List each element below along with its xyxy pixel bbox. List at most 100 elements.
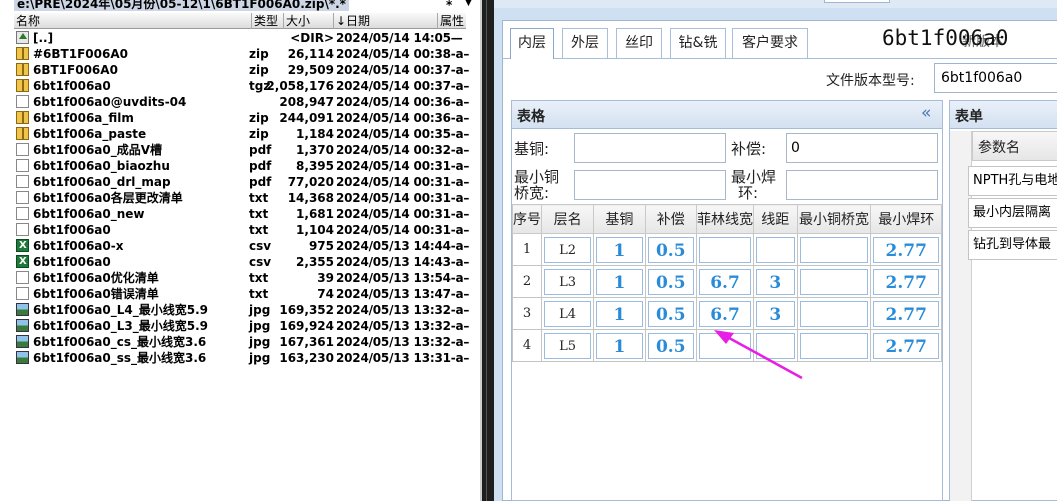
column-size[interactable]: 大小 bbox=[284, 13, 334, 29]
file-row[interactable]: 6BT1F006A0 zip 29,509 2024/05/14 00:37-a– bbox=[14, 62, 469, 78]
file-row[interactable]: 6bt1f006a0_L3_最小线宽5.9 jpg 169,924 2024/05/1… bbox=[14, 318, 469, 334]
table-row[interactable]: 2 L3 1 0.5 6.7 3 2.77 bbox=[512, 265, 942, 298]
table-cell-index[interactable]: 2 bbox=[512, 265, 542, 298]
table-cell-comp[interactable]: 0.5 bbox=[644, 265, 697, 298]
file-row[interactable]: 6bt1f006a0_ss_最小线宽3.6 jpg 163,230 2024/05/1… bbox=[14, 350, 469, 366]
column-attributes[interactable]: 属性 bbox=[438, 13, 466, 29]
file-row[interactable]: 6bt1f006a0_cs_最小线宽3.6 jpg 167,361 2024/05/1… bbox=[14, 334, 469, 350]
file-row[interactable]: 6bt1f006a0-x csv 9752024/05/13 14:44-a– bbox=[14, 238, 469, 254]
col-index[interactable]: 序号 bbox=[512, 204, 542, 234]
compensation-input[interactable]: 0 bbox=[786, 133, 938, 163]
tab-outer-layer[interactable]: 外层 bbox=[562, 28, 608, 58]
table-cell-layer[interactable]: L4 bbox=[540, 297, 595, 330]
file-row[interactable]: #6BT1F006A0 zip 26,114 2024/05/14 00:38-a– bbox=[14, 46, 469, 62]
table-cell-ring[interactable]: 2.77 bbox=[870, 329, 942, 362]
toolbar-input[interactable] bbox=[824, 0, 890, 3]
panel-splitter[interactable] bbox=[480, 0, 494, 501]
column-type[interactable]: 类型 bbox=[252, 13, 284, 29]
table-cell-bridge[interactable] bbox=[796, 265, 872, 298]
file-row[interactable]: 6bt1f006a0_biaozhu pdf 8,395 2024/05/14 00:… bbox=[14, 158, 469, 174]
file-row[interactable]: 6bt1f006a0_new txt 1,681 2024/05/14 00:31-a… bbox=[14, 206, 469, 222]
col-film-line-width[interactable]: 菲林线宽 bbox=[696, 204, 754, 234]
col-compensation[interactable]: 补偿 bbox=[644, 204, 697, 234]
file-row[interactable]: 6bt1f006a0 csv 2,3552024/05/13 14:43-a– bbox=[14, 254, 469, 270]
favorites-star-icon[interactable]: * bbox=[446, 0, 452, 12]
file-row[interactable]: 6bt1f006a0_drl_map pdf 77,020 2024/05/14 00… bbox=[14, 174, 470, 190]
table-cell-ring[interactable]: 2.77 bbox=[870, 233, 942, 266]
min-copper-bridge-input[interactable] bbox=[574, 170, 726, 200]
column-date[interactable]: ↓日期 bbox=[334, 13, 438, 29]
table-cell-film[interactable] bbox=[696, 329, 754, 362]
table-cell-film[interactable]: 6.7 bbox=[696, 297, 754, 330]
table-cell-comp[interactable]: 0.5 bbox=[644, 233, 697, 266]
param-name-column-header[interactable]: 参数名 bbox=[972, 131, 1057, 161]
min-annular-ring-input[interactable] bbox=[786, 170, 938, 200]
file-name: 6bt1f006a0 bbox=[33, 255, 111, 269]
table-row[interactable]: 1 L2 1 0.5 2.77 bbox=[512, 233, 942, 266]
table-cell-base[interactable]: 1 bbox=[593, 297, 646, 330]
col-base-copper[interactable]: 基铜 bbox=[593, 204, 646, 234]
col-min-copper-bridge[interactable]: 最小铜桥宽 bbox=[796, 204, 872, 234]
form-row[interactable]: 钻孔到导体最 bbox=[968, 230, 1057, 260]
image-icon bbox=[16, 319, 29, 332]
table-cell-index[interactable]: 3 bbox=[512, 297, 542, 330]
col-line-spacing[interactable]: 线距 bbox=[753, 204, 798, 234]
file-version-input[interactable]: 6bt1f006a0 bbox=[934, 63, 1057, 93]
column-name[interactable]: 名称 bbox=[14, 13, 252, 29]
collapse-icon[interactable]: « bbox=[921, 103, 931, 123]
file-size: 14,368 bbox=[287, 191, 334, 205]
tab-customer-requirements[interactable]: 客户要求 bbox=[732, 28, 808, 58]
cell-value bbox=[756, 332, 795, 359]
table-cell-index[interactable]: 1 bbox=[512, 233, 542, 266]
table-row[interactable]: 4 L5 1 0.5 2.77 bbox=[512, 329, 942, 362]
file-row[interactable]: 6bt1f006a0@uvdits-04 208,947 2024/05/14 00… bbox=[14, 94, 469, 110]
spreadsheet-icon bbox=[16, 254, 29, 270]
file-row[interactable]: 6bt1f006a0优化清单 txt 39 2024/05/13 13:54-a– bbox=[14, 270, 469, 286]
table-cell-base[interactable]: 1 bbox=[593, 265, 646, 298]
table-cell-space[interactable] bbox=[753, 329, 798, 362]
file-row[interactable]: 6bt1f006a0_成品V槽 pdf 1,370 2024/05/14 00:32-… bbox=[14, 142, 469, 158]
file-row[interactable]: 6bt1f006a0错误清单 txt 74 2024/05/13 13:47-a– bbox=[14, 286, 469, 302]
table-cell-bridge[interactable] bbox=[796, 233, 872, 266]
table-row[interactable]: 3 L4 1 0.5 6.7 3 2.77 bbox=[512, 297, 942, 330]
table-cell-layer[interactable]: L2 bbox=[540, 233, 595, 266]
min-copper-bridge-label: 最小铜 bbox=[514, 168, 560, 186]
file-row[interactable]: 6bt1f006a0 tgz 2,058,176 2024/05/14 00:37-a… bbox=[14, 78, 469, 94]
table-cell-layer[interactable]: L5 bbox=[540, 329, 595, 362]
file-row[interactable]: 6bt1f006a0_L4_最小线宽5.9 jpg 169,352 2024/05/1… bbox=[14, 302, 469, 318]
file-row[interactable]: 6bt1f006a_film zip 244,091 2024/05/14 00:36… bbox=[14, 110, 469, 126]
file-row[interactable]: 6bt1f006a0 txt 1,104 2024/05/14 00:31-a– bbox=[14, 222, 469, 238]
file-row[interactable]: 6bt1f006a_paste zip 1,184 2024/05/14 00:35-… bbox=[14, 126, 469, 142]
file-size: 2,058,176 bbox=[266, 79, 334, 93]
table-cell-bridge[interactable] bbox=[796, 329, 872, 362]
table-cell-ring[interactable]: 2.77 bbox=[870, 297, 942, 330]
table-cell-film[interactable]: 6.7 bbox=[696, 265, 754, 298]
col-min-annular-ring[interactable]: 最小焊环 bbox=[870, 204, 942, 234]
table-cell-comp[interactable]: 0.5 bbox=[644, 297, 697, 330]
table-cell-layer[interactable]: L3 bbox=[540, 265, 595, 298]
form-row[interactable]: NPTH孔与电地 bbox=[968, 166, 1057, 196]
path-bar[interactable]: e:\PRE\2024年\05月份\05-12\1\6BT1F006A0.zip… bbox=[0, 0, 480, 13]
table-cell-space[interactable]: 3 bbox=[753, 297, 798, 330]
file-row[interactable]: 6bt1f006a0各层更改清单 txt 14,368 2024/05/14 00:3… bbox=[14, 190, 469, 206]
tab-inner-layer[interactable]: 内层 bbox=[510, 28, 554, 59]
table-cell-comp[interactable]: 0.5 bbox=[644, 329, 697, 362]
document-icon bbox=[16, 207, 29, 220]
table-cell-space[interactable] bbox=[753, 233, 798, 266]
table-cell-base[interactable]: 1 bbox=[593, 329, 646, 362]
table-cell-film[interactable] bbox=[696, 233, 754, 266]
cell-value: 1 bbox=[596, 332, 643, 359]
table-cell-bridge[interactable] bbox=[796, 297, 872, 330]
table-cell-index[interactable]: 4 bbox=[512, 329, 542, 362]
col-layer-name[interactable]: 层名 bbox=[540, 204, 595, 234]
base-copper-input[interactable] bbox=[574, 133, 726, 163]
file-date: 2024/05/14 00:31-a– bbox=[336, 175, 470, 189]
table-cell-ring[interactable]: 2.77 bbox=[870, 265, 942, 298]
tab-silkscreen[interactable]: 丝印 bbox=[616, 28, 662, 58]
tab-drill-mill[interactable]: 钻&铣 bbox=[670, 28, 726, 58]
table-cell-space[interactable]: 3 bbox=[753, 265, 798, 298]
table-cell-base[interactable]: 1 bbox=[593, 233, 646, 266]
form-row[interactable]: 最小内层隔离 bbox=[968, 198, 1057, 228]
history-dropdown-icon[interactable]: ▼ bbox=[465, 0, 472, 8]
file-row[interactable]: [..] <DIR> 2024/05/14 14:05— bbox=[14, 30, 466, 46]
